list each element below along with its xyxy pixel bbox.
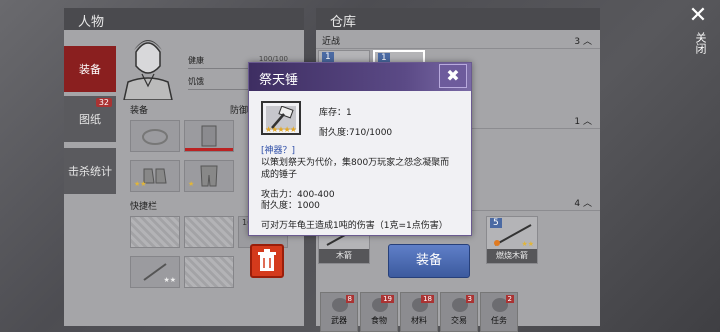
warehouse-panel-title: 仓库	[316, 8, 600, 30]
category-3-count[interactable]: 4 ︿	[574, 196, 592, 209]
equip-section-label: 装备	[130, 106, 149, 116]
item-name: 燃烧木箭	[487, 249, 537, 263]
equip-slot-legs[interactable]: ★	[184, 160, 234, 192]
item-detail-popup: 祭天锤 ✖ ★★★★★ 库存：1 耐久度:710/1000 [神器？] 以策划祭…	[248, 62, 472, 236]
category-melee-count[interactable]: 3 ︿	[574, 34, 592, 47]
quickbar-slot-4[interactable]: ★★	[130, 256, 180, 288]
effect-text: 可对万年龟王造成1吨的伤害（1克=1点伤害）	[261, 221, 448, 231]
tab-kill-stats[interactable]: 击杀统计	[64, 148, 116, 194]
tab-blueprints[interactable]: 图纸 32	[64, 96, 116, 142]
quickbar-slot-1[interactable]	[130, 216, 180, 248]
close-label[interactable]: 关闭	[688, 32, 708, 54]
quickbar-slot-5[interactable]	[184, 256, 234, 288]
tab-equipment[interactable]: 装备	[64, 46, 116, 92]
equip-slot-head[interactable]	[130, 120, 180, 152]
tab-food[interactable]: 19 食物	[360, 292, 398, 332]
inventory-category-tabs: 8 武器 19 食物 18 材料 3 交易 2 任务	[316, 292, 600, 332]
character-panel-title: 人物	[64, 8, 304, 30]
item-name: 木箭	[319, 249, 369, 263]
category-2-count[interactable]: 1 ︿	[574, 114, 592, 127]
rarity-stars: ★★★★★	[265, 125, 297, 134]
health-label: 健康	[188, 56, 204, 65]
character-tabs: 装备 图纸 32 击杀统计	[64, 44, 116, 194]
close-icon: ✖	[446, 66, 460, 85]
blueprints-badge: 32	[95, 98, 112, 107]
durability-text: 耐久度:710/1000	[319, 128, 393, 138]
trash-icon	[258, 249, 276, 271]
equip-slot-hands[interactable]: ★★	[130, 160, 180, 192]
popup-close-button[interactable]: ✖	[439, 64, 467, 88]
slot-number: 1	[322, 52, 334, 62]
quickbar-section-label: 快捷栏	[130, 202, 158, 212]
popup-header: 祭天锤 ✖	[249, 63, 471, 91]
armor-icon	[201, 125, 217, 147]
close-icon[interactable]: ✕	[683, 4, 713, 28]
tab-trade[interactable]: 3 交易	[440, 292, 478, 332]
avatar	[118, 30, 178, 101]
tab-quests[interactable]: 2 任务	[480, 292, 518, 332]
tab-materials[interactable]: 18 材料	[400, 292, 438, 332]
tab-weapons[interactable]: 8 武器	[320, 292, 358, 332]
tab-blueprints-label: 图纸	[79, 113, 101, 126]
defense-section-label: 防御	[230, 106, 249, 116]
equip-button[interactable]: 装备	[388, 244, 470, 278]
tab-equipment-label: 装备	[79, 63, 101, 76]
warehouse-item-fire-arrow[interactable]: 5 ★★ 燃烧木箭	[486, 216, 538, 264]
pants-icon	[200, 165, 218, 187]
helmet-icon	[142, 129, 168, 145]
description-line-2: 成的锤子	[261, 170, 298, 180]
discard-button[interactable]	[250, 244, 284, 278]
quickbar-slot-2[interactable]	[184, 216, 234, 248]
equip-slot-body[interactable]	[184, 120, 234, 152]
stock-text: 库存：1	[319, 108, 352, 118]
tab-kill-stats-label: 击杀统计	[68, 165, 112, 178]
hunger-label: 饥饿	[188, 77, 204, 86]
category-melee-label: 近战	[322, 37, 341, 47]
popup-title: 祭天锤	[259, 73, 299, 88]
durability-max-text: 耐久度：1000	[261, 201, 320, 211]
